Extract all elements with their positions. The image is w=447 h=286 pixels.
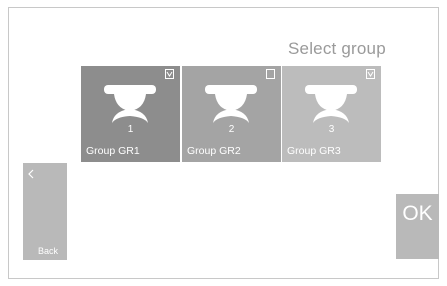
checkbox-icon[interactable] <box>266 69 275 79</box>
back-label: Back <box>38 246 59 256</box>
ok-label: OK <box>402 202 433 225</box>
group-card-gr3[interactable]: 3 Group GR3 <box>282 66 381 162</box>
group-card-gr1[interactable]: 1 Group GR1 <box>81 66 180 162</box>
group-number: 3 <box>328 124 335 135</box>
chevron-left-icon <box>28 169 34 179</box>
page-title: Select group <box>288 39 386 58</box>
ok-button[interactable]: OK <box>396 194 439 259</box>
group-name: Group GR3 <box>287 145 341 157</box>
checkbox-icon[interactable] <box>165 69 174 79</box>
group-number: 2 <box>228 124 235 135</box>
ceiling-detector-icon <box>205 85 257 123</box>
checkbox-icon[interactable] <box>366 69 375 79</box>
ceiling-detector-icon <box>305 85 357 123</box>
group-number: 1 <box>127 124 134 135</box>
group-name: Group GR2 <box>187 145 241 157</box>
group-name: Group GR1 <box>86 145 140 157</box>
ceiling-detector-icon <box>104 85 156 123</box>
back-button[interactable]: Back <box>23 163 67 260</box>
group-card-gr2[interactable]: 2 Group GR2 <box>182 66 281 162</box>
